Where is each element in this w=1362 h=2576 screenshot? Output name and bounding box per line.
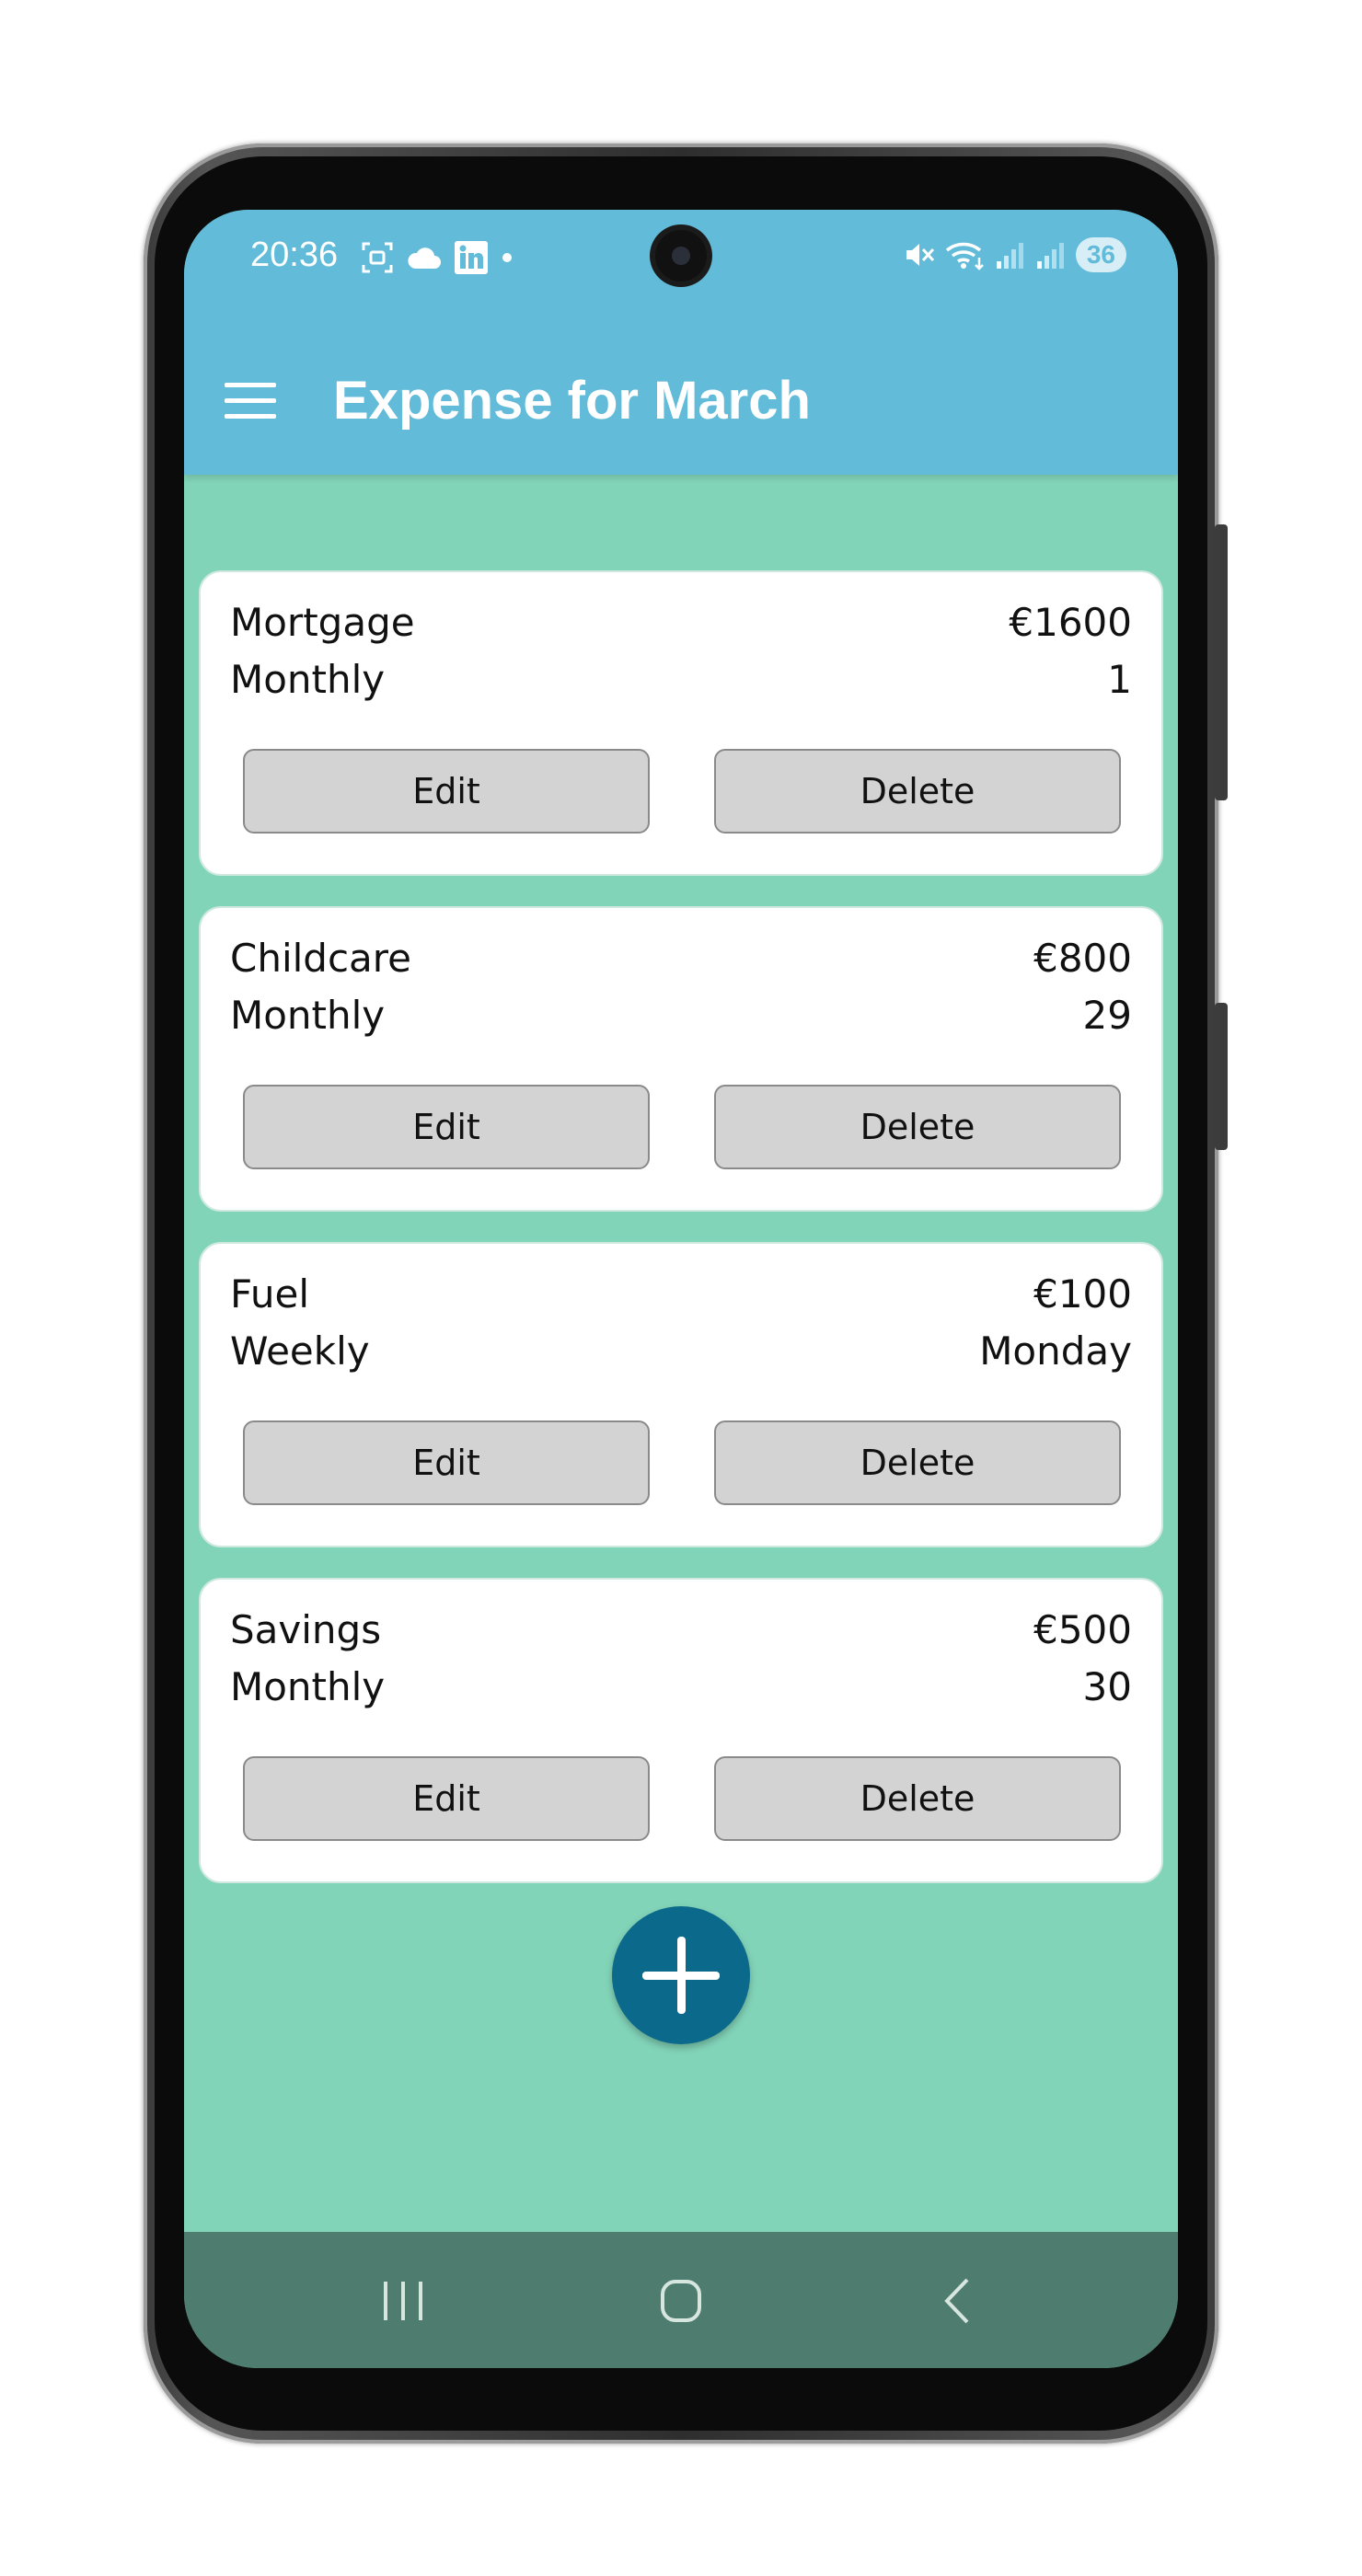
wifi-icon (945, 242, 984, 270)
expense-name: Mortgage (230, 600, 415, 645)
expense-schedule-row: Monthly 30 (230, 1664, 1132, 1709)
expense-schedule-row: Weekly Monday (230, 1328, 1132, 1374)
signal-icon (1036, 243, 1064, 269)
expense-amount: €800 (1033, 936, 1132, 981)
expense-frequency: Monthly (230, 1664, 386, 1709)
expense-card: Savings €500 Monthly 30 Edit Delete (199, 1578, 1163, 1883)
recent-apps-icon[interactable] (362, 2269, 444, 2333)
expense-amount: €500 (1033, 1607, 1132, 1652)
edit-button[interactable]: Edit (243, 1085, 650, 1169)
cloud-icon (408, 247, 441, 269)
delete-button[interactable]: Delete (714, 1420, 1121, 1505)
expense-card: Fuel €100 Weekly Monday Edit Delete (199, 1242, 1163, 1547)
status-icons-left (361, 241, 514, 274)
mute-icon (906, 244, 934, 266)
expense-due: 29 (1082, 993, 1132, 1038)
expense-due: 1 (1107, 657, 1132, 702)
expense-frequency: Monthly (230, 993, 386, 1038)
expense-list: Mortgage €1600 Monthly 1 Edit Delete Chi… (199, 570, 1163, 1914)
page-title: Expense for March (333, 371, 811, 431)
linkedin-icon (455, 241, 488, 274)
camera-lens (672, 247, 690, 265)
expense-card: Mortgage €1600 Monthly 1 Edit Delete (199, 570, 1163, 876)
expense-schedule-row: Monthly 1 (230, 657, 1132, 702)
delete-button[interactable]: Delete (714, 1756, 1121, 1841)
expense-amount: €100 (1033, 1271, 1132, 1317)
expense-amount: €1600 (1009, 600, 1132, 645)
delete-button[interactable]: Delete (714, 1085, 1121, 1169)
delete-button[interactable]: Delete (714, 749, 1121, 834)
app-bar: Expense for March (184, 326, 1178, 475)
status-icons-right: 36 (903, 237, 1126, 272)
add-expense-button[interactable] (612, 1906, 750, 2044)
expense-header-row: Savings €500 (230, 1607, 1132, 1652)
battery-indicator: 36 (1075, 237, 1126, 272)
screenshot-icon (362, 242, 393, 273)
expense-header-row: Fuel €100 (230, 1271, 1132, 1317)
hamburger-menu-icon[interactable] (225, 383, 276, 420)
phone-screen: 20:36 36 Expense for March Mortgage €160… (184, 210, 1178, 2368)
front-camera (655, 230, 707, 282)
home-icon[interactable] (640, 2269, 722, 2333)
dot-icon (502, 253, 512, 262)
volume-button (1215, 524, 1228, 800)
expense-schedule-row: Monthly 29 (230, 993, 1132, 1038)
signal-icon (996, 243, 1023, 269)
expense-header-row: Childcare €800 (230, 936, 1132, 981)
system-nav-bar (184, 2232, 1178, 2368)
expense-frequency: Monthly (230, 657, 386, 702)
expense-name: Childcare (230, 936, 411, 981)
edit-button[interactable]: Edit (243, 1420, 650, 1505)
power-button (1215, 1003, 1228, 1150)
edit-button[interactable]: Edit (243, 1756, 650, 1841)
status-bar: 20:36 36 (184, 210, 1178, 326)
status-time: 20:36 (250, 236, 339, 274)
expense-frequency: Weekly (230, 1328, 370, 1374)
edit-button[interactable]: Edit (243, 749, 650, 834)
expense-card: Childcare €800 Monthly 29 Edit Delete (199, 906, 1163, 1212)
expense-name: Fuel (230, 1271, 309, 1317)
expense-due: Monday (979, 1328, 1132, 1374)
expense-name: Savings (230, 1607, 382, 1652)
expense-due: 30 (1082, 1664, 1132, 1709)
expense-header-row: Mortgage €1600 (230, 600, 1132, 645)
back-icon[interactable] (918, 2269, 1000, 2333)
